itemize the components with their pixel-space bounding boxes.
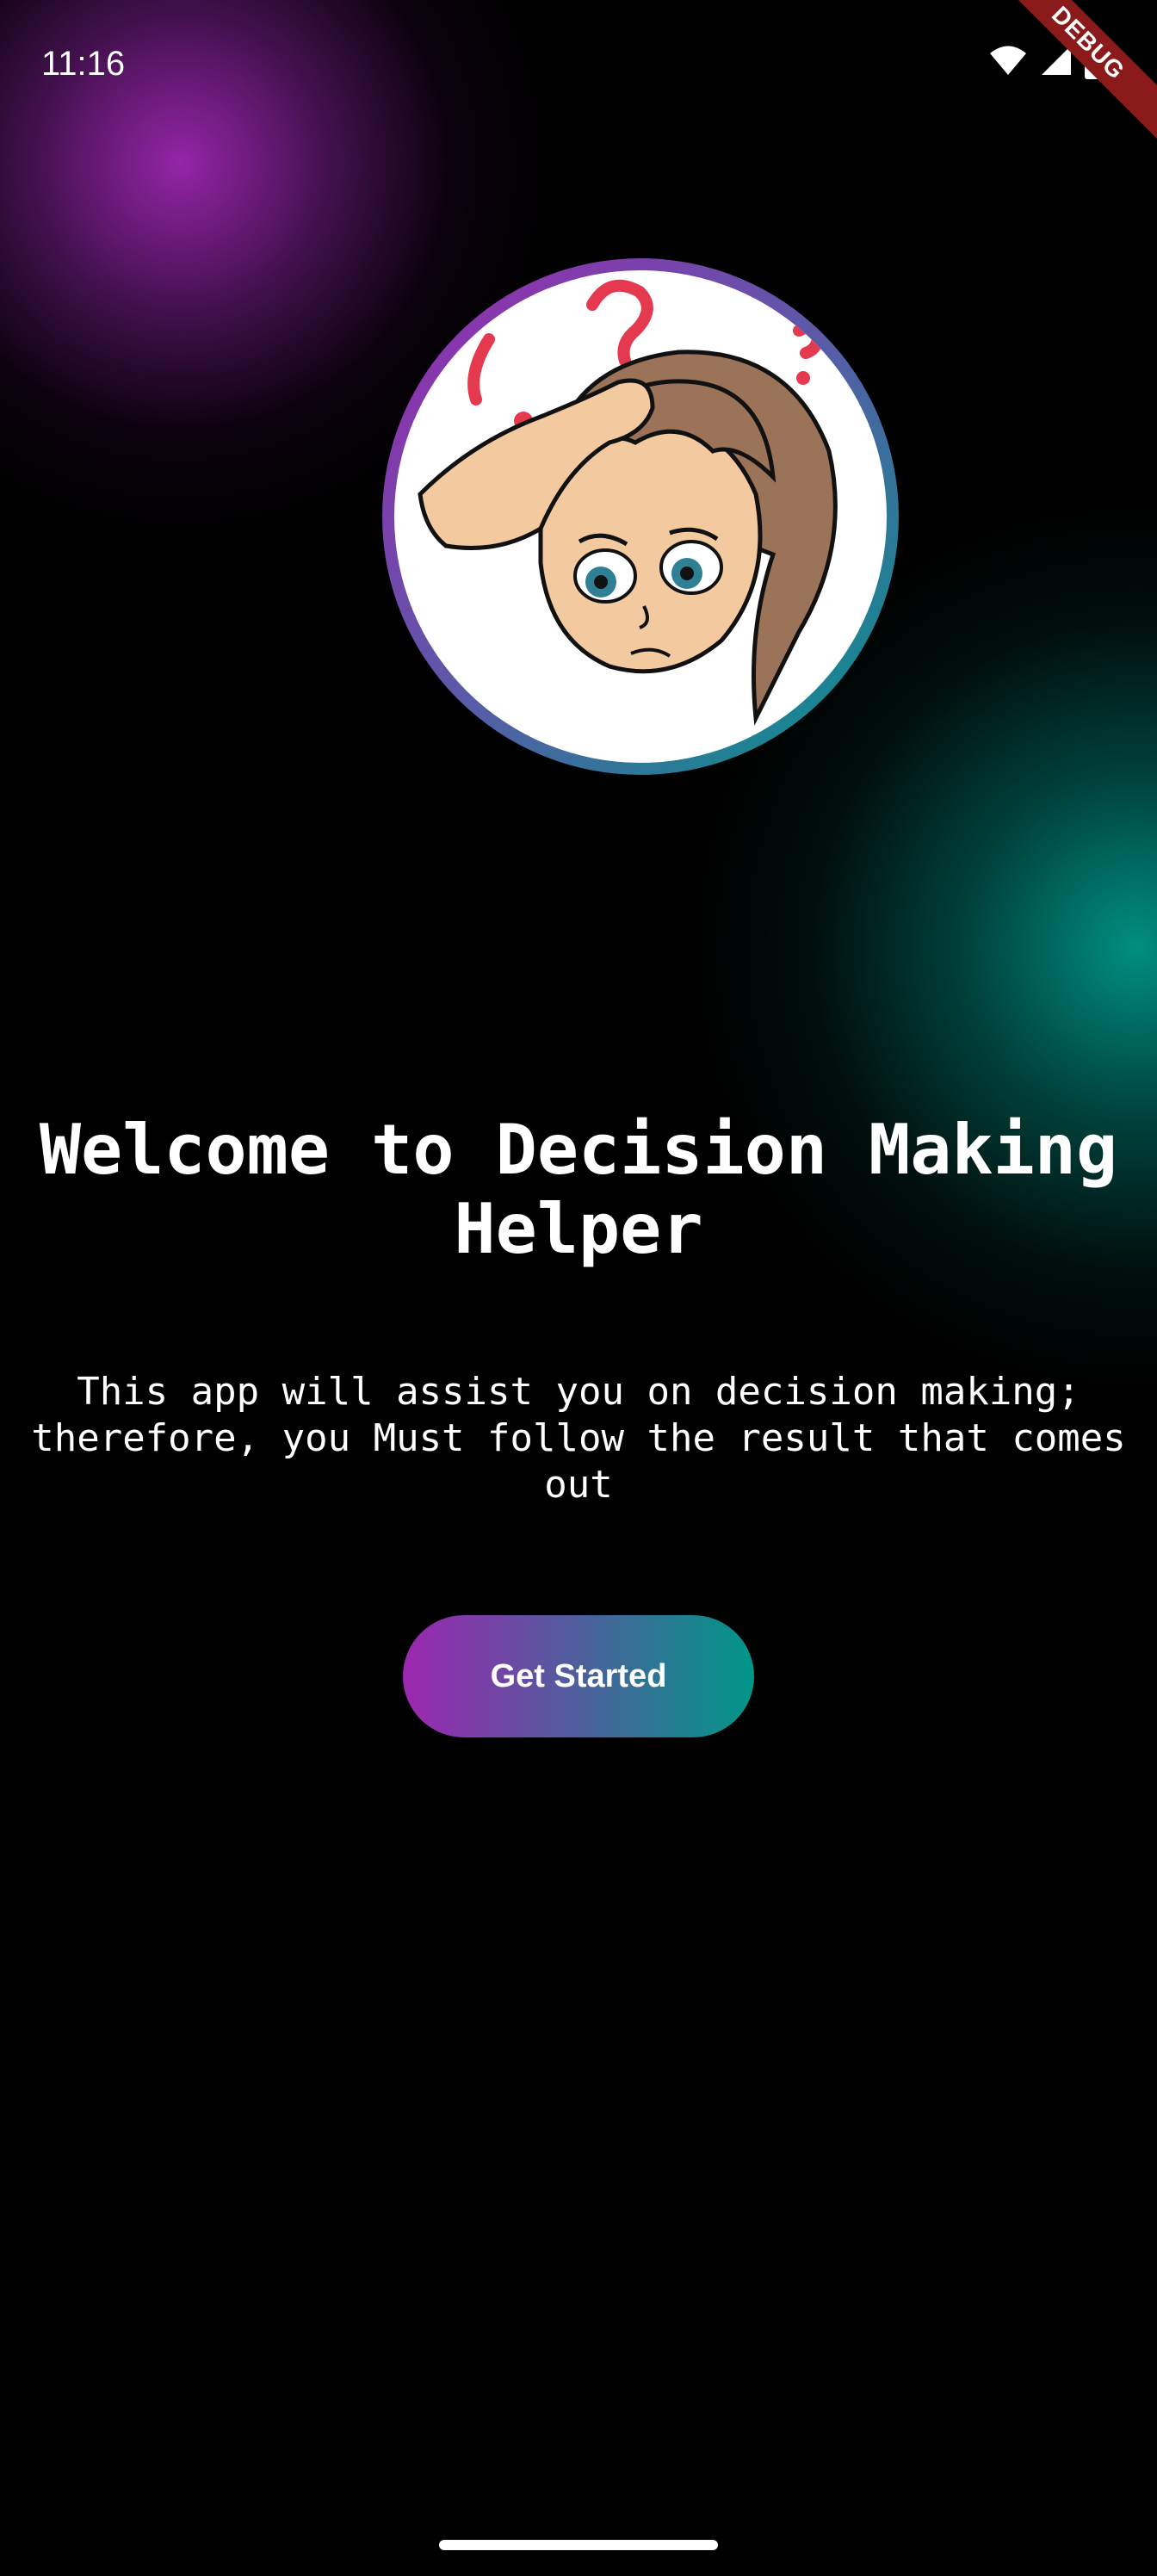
status-bar: 11:16 <box>0 0 1157 129</box>
confused-person-illustration <box>394 270 887 763</box>
welcome-screen: 11:16 DEBUG Welcome to Decision Making H… <box>0 0 1157 2576</box>
get-started-button[interactable]: Get Started <box>403 1615 754 1737</box>
page-description: This app will assist you on decision mak… <box>31 1370 1126 1507</box>
status-time: 11:16 <box>41 45 126 83</box>
avatar <box>382 258 899 775</box>
home-indicator[interactable] <box>439 2540 718 2550</box>
wifi-icon <box>988 44 1028 80</box>
camera-cutout <box>541 26 618 103</box>
page-title: Welcome to Decision Making Helper <box>39 1110 1118 1269</box>
